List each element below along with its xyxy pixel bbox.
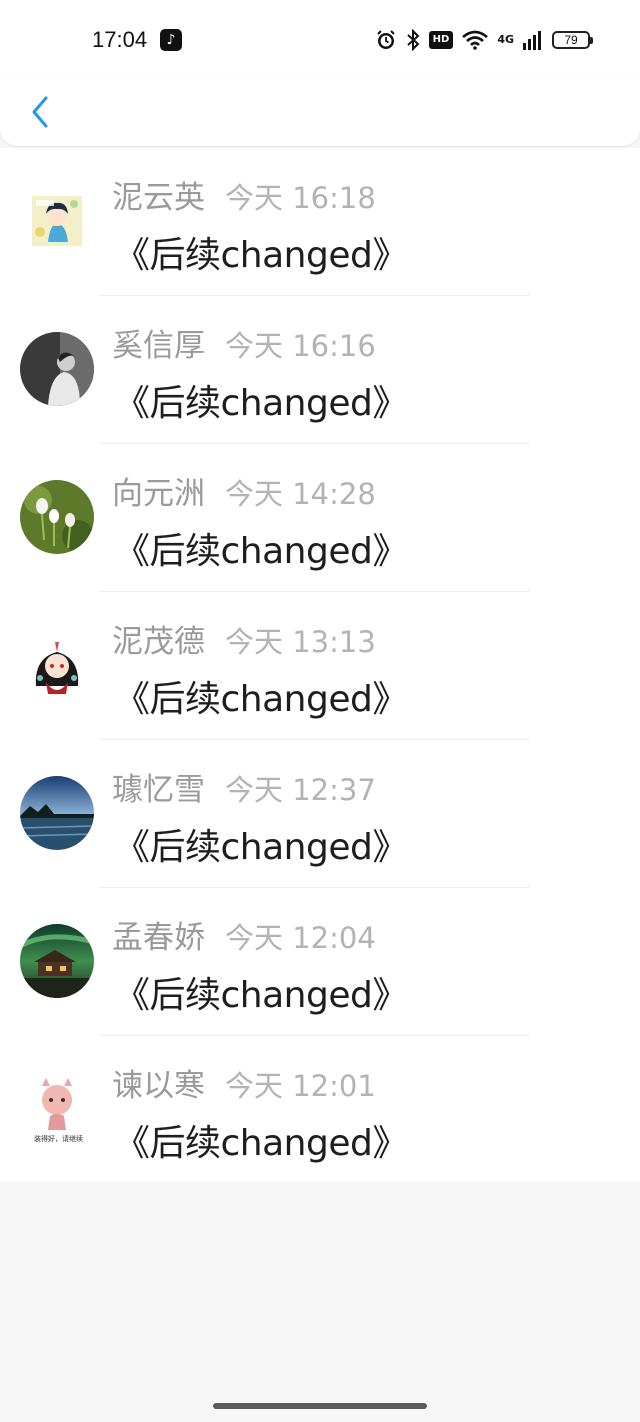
sender-name: 奚信厚 <box>112 328 205 364</box>
avatar <box>20 184 94 258</box>
sender-name: 璩忆雪 <box>112 772 205 808</box>
message-text: 《后续changed》 <box>114 1123 408 1164</box>
signal-icon <box>523 31 541 50</box>
bluetooth-icon <box>406 29 420 51</box>
message-time: 今天 16:18 <box>225 181 376 215</box>
sender-name: 谏以寒 <box>112 1068 205 1104</box>
home-indicator[interactable] <box>213 1403 427 1409</box>
list-item[interactable]: 泥茂德 今天 13:13 《后续changed》 <box>0 592 640 740</box>
chevron-left-icon <box>32 96 48 128</box>
sender-name: 孟春娇 <box>112 920 205 956</box>
avatar <box>20 332 94 406</box>
message-time: 今天 16:16 <box>225 329 376 363</box>
network-type-label: 4G <box>497 33 514 46</box>
message-time: 今天 12:01 <box>225 1069 376 1103</box>
message-time: 今天 12:37 <box>225 773 376 807</box>
back-button[interactable] <box>20 92 60 132</box>
wifi-icon <box>462 30 489 50</box>
avatar <box>20 480 94 554</box>
list-item[interactable]: 向元洲 今天 14:28 《后续changed》 <box>0 444 640 592</box>
tiktok-icon: ♪ <box>160 29 182 51</box>
list-item[interactable]: 装得好，请继续 谏以寒 今天 12:01 《后续changed》 <box>0 1036 640 1184</box>
message-list: 泥云英 今天 16:18 《后续changed》 奚信厚 今天 16:16 《后… <box>0 148 640 1182</box>
message-time: 今天 12:04 <box>225 921 376 955</box>
message-text: 《后续changed》 <box>114 383 408 424</box>
avatar-caption: 装得好，请继续 <box>34 1135 83 1143</box>
avatar <box>20 924 94 998</box>
sender-name: 泥茂德 <box>112 624 205 660</box>
navigation-bar <box>0 80 640 146</box>
list-item[interactable]: 孟春娇 今天 12:04 《后续changed》 <box>0 888 640 1036</box>
hd-badge: HD <box>428 31 454 49</box>
sender-name: 向元洲 <box>112 476 205 512</box>
avatar: 装得好，请继续 <box>20 1072 94 1146</box>
status-bar: 17:04 ♪ HD 4G 79 <box>0 0 640 80</box>
list-item[interactable]: 璩忆雪 今天 12:37 《后续changed》 <box>0 740 640 888</box>
message-text: 《后续changed》 <box>114 679 408 720</box>
status-time: 17:04 <box>92 27 148 52</box>
message-time: 今天 13:13 <box>225 625 376 659</box>
message-time: 今天 14:28 <box>225 477 376 511</box>
message-text: 《后续changed》 <box>114 975 408 1016</box>
list-item[interactable]: 泥云英 今天 16:18 《后续changed》 <box>0 148 640 296</box>
sender-name: 泥云英 <box>112 180 205 216</box>
message-text: 《后续changed》 <box>114 531 408 572</box>
message-text: 《后续changed》 <box>114 827 408 868</box>
message-text: 《后续changed》 <box>114 235 408 276</box>
status-icons: HD 4G 79 <box>375 27 593 53</box>
battery-indicator: 79 <box>552 31 593 49</box>
avatar <box>20 776 94 850</box>
avatar <box>20 628 94 702</box>
alarm-icon <box>376 30 395 49</box>
list-item[interactable]: 奚信厚 今天 16:16 《后续changed》 <box>0 296 640 444</box>
